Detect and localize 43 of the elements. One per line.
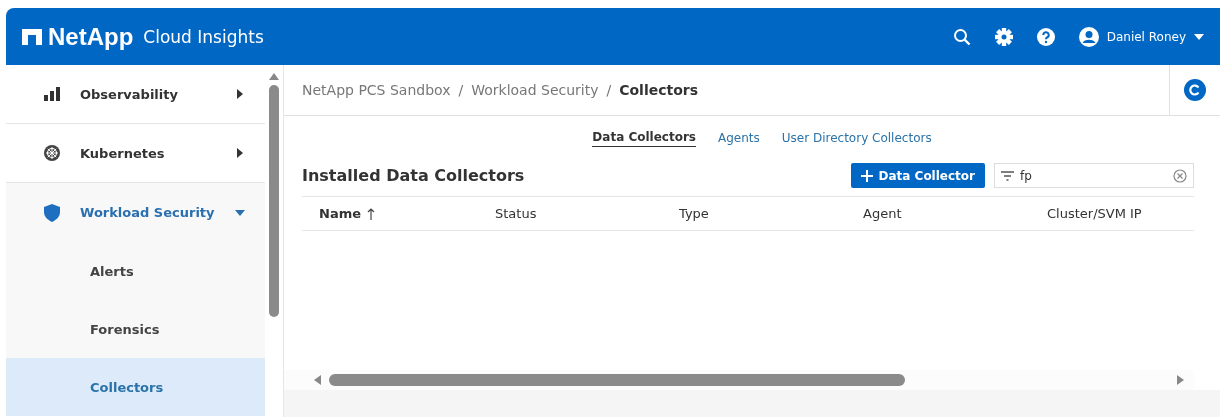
column-header[interactable]: Name — [302, 206, 478, 221]
help-icon[interactable] — [1036, 27, 1055, 46]
sort-arrow-icon — [367, 207, 375, 220]
sidebar-subitem[interactable]: Alerts — [6, 242, 265, 300]
scroll-right-icon — [1177, 375, 1184, 385]
sidebar-subitem[interactable]: Forensics — [6, 300, 265, 358]
scroll-up-icon — [269, 73, 279, 80]
user-menu[interactable]: Daniel Roney — [1078, 26, 1204, 47]
column-header[interactable]: Type — [662, 206, 846, 221]
tab[interactable]: Agents — [718, 130, 760, 147]
breadcrumb-link[interactable]: NetApp PCS Sandbox — [302, 82, 451, 98]
caret-right-icon — [235, 148, 245, 158]
scroll-left-icon — [314, 375, 321, 385]
breadcrumb-separator: / — [458, 82, 464, 98]
bar-chart-icon — [44, 87, 60, 101]
column-header[interactable]: Cluster/SVM IP — [1030, 206, 1194, 221]
add-data-collector-button[interactable]: Data Collector — [850, 163, 985, 188]
tab[interactable]: Data Collectors — [592, 130, 696, 147]
caret-icon — [1194, 33, 1204, 40]
breadcrumb-separator: / — [606, 82, 612, 98]
page-title: Collectors — [619, 82, 699, 98]
filter-field[interactable]: fp — [994, 163, 1194, 188]
breadcrumb-link[interactable]: Workload Security — [471, 82, 599, 98]
filter-icon — [1001, 170, 1014, 181]
helm-wheel-icon — [44, 145, 60, 161]
caret-down-icon — [235, 207, 245, 218]
tab[interactable]: User Directory Collectors — [781, 130, 932, 147]
avatar-icon — [1078, 26, 1099, 47]
column-header[interactable]: Status — [478, 206, 662, 221]
section-title: Installed Data Collectors — [302, 166, 526, 185]
column-header[interactable]: Agent — [846, 206, 1030, 221]
sidebar-item[interactable]: Workload Security — [6, 183, 265, 242]
brand-name: NetApp — [48, 22, 134, 51]
refresh-icon[interactable] — [1184, 79, 1206, 101]
settings-icon[interactable] — [994, 27, 1013, 46]
sidebar-subitem[interactable]: Collectors — [6, 358, 265, 416]
shield-icon — [44, 203, 60, 222]
plus-icon — [860, 169, 873, 182]
product-name: Cloud Insights — [143, 26, 264, 47]
search-icon[interactable] — [952, 27, 971, 46]
clear-icon[interactable] — [1173, 168, 1187, 183]
logo-icon — [22, 28, 42, 45]
caret-right-icon — [235, 89, 245, 99]
